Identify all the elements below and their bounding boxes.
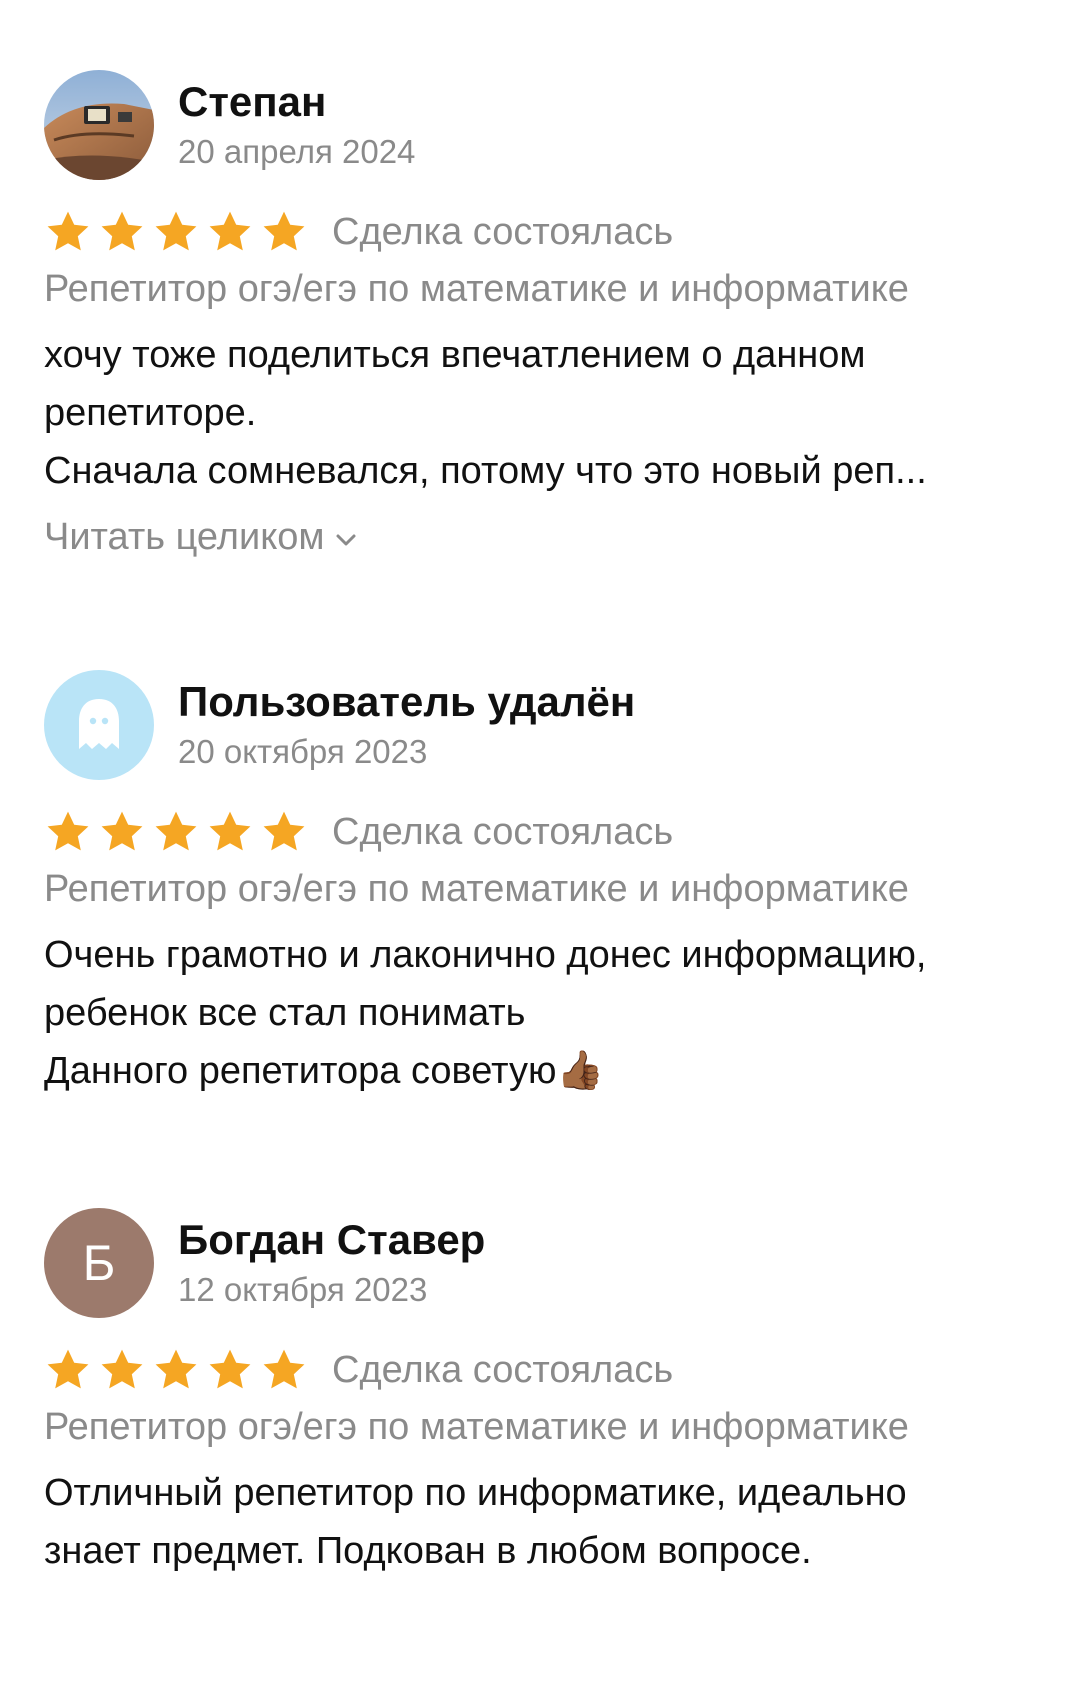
avatar-letter: Б <box>82 1235 116 1291</box>
review-meta: Богдан Ставер 12 октября 2023 <box>178 1214 485 1312</box>
review-subject: Репетитор огэ/егэ по математике и информ… <box>44 268 909 310</box>
review-card: Пользователь удалён 20 октября 2023 Сдел… <box>44 670 1044 1100</box>
star-rating <box>44 208 308 256</box>
review-text-line: Сначала сомневался, потому что это новый… <box>44 450 927 492</box>
review-date: 12 октября 2023 <box>178 1271 428 1308</box>
star-icon <box>209 811 251 851</box>
rating-row: Сделка состоялась <box>44 204 1044 260</box>
author-name[interactable]: Пользователь удалён <box>178 676 635 728</box>
read-more-label: Читать целиком <box>44 516 325 558</box>
review-text-line: знает предмет. Подкован в любом вопросе. <box>44 1530 812 1572</box>
rating-row: Сделка состоялась <box>44 1342 1044 1398</box>
review-meta: Степан 20 апреля 2024 <box>178 76 415 174</box>
star-icon <box>101 811 143 851</box>
review-text-line: репетиторе. <box>44 392 257 434</box>
review-card: Степан 20 апреля 2024 Сделка состоялась … <box>44 70 1044 566</box>
avatar[interactable] <box>44 670 154 780</box>
star-icon <box>155 211 197 251</box>
avatar[interactable] <box>44 70 154 180</box>
review-header: Пользователь удалён 20 октября 2023 <box>44 670 1044 780</box>
star-icon <box>263 811 305 851</box>
star-icon <box>155 811 197 851</box>
star-icon <box>47 211 89 251</box>
review-header: Степан 20 апреля 2024 <box>44 70 1044 180</box>
review-date: 20 октября 2023 <box>178 733 428 770</box>
review-meta: Пользователь удалён 20 октября 2023 <box>178 676 635 774</box>
car-photo-icon <box>44 70 154 180</box>
star-icon <box>263 211 305 251</box>
review-header: Б Богдан Ставер 12 октября 2023 <box>44 1208 1044 1318</box>
star-icon <box>47 1349 89 1389</box>
review-text-line: хочу тоже поделиться впечатлением о данн… <box>44 334 866 376</box>
star-icon <box>47 811 89 851</box>
star-icon <box>263 1349 305 1389</box>
star-icon <box>209 211 251 251</box>
avatar[interactable]: Б <box>44 1208 154 1318</box>
review-date: 20 апреля 2024 <box>178 133 416 170</box>
chevron-down-icon <box>336 534 356 546</box>
star-rating <box>44 1346 308 1394</box>
star-icon <box>101 211 143 251</box>
review-subject: Репетитор огэ/егэ по математике и информ… <box>44 1406 909 1448</box>
deal-status: Сделка состоялась <box>332 811 674 853</box>
deal-status: Сделка состоялась <box>332 1349 674 1391</box>
review-text-line: ребенок все стал понимать <box>44 992 526 1034</box>
author-name[interactable]: Степан <box>178 76 415 128</box>
review-text: Отличный репетитор по информатике, идеал… <box>44 1464 1044 1580</box>
read-more-link[interactable]: Читать целиком <box>44 508 357 566</box>
ghost-icon <box>79 699 119 749</box>
review-text-line: Данного репетитора советую👍🏾 <box>44 1050 604 1092</box>
star-rating <box>44 808 308 856</box>
review-text-line: Очень грамотно и лаконично донес информа… <box>44 934 927 976</box>
rating-row: Сделка состоялась <box>44 804 1044 860</box>
author-name[interactable]: Богдан Ставер <box>178 1214 485 1266</box>
review-card: Б Богдан Ставер 12 октября 2023 Сделка с… <box>44 1208 1044 1580</box>
review-subject: Репетитор огэ/егэ по математике и информ… <box>44 868 909 910</box>
star-icon <box>209 1349 251 1389</box>
star-icon <box>155 1349 197 1389</box>
review-text-line: Отличный репетитор по информатике, идеал… <box>44 1472 907 1514</box>
review-text: хочу тоже поделиться впечатлением о данн… <box>44 326 1044 500</box>
star-icon <box>101 1349 143 1389</box>
review-text: Очень грамотно и лаконично донес информа… <box>44 926 1044 1100</box>
deal-status: Сделка состоялась <box>332 211 674 253</box>
